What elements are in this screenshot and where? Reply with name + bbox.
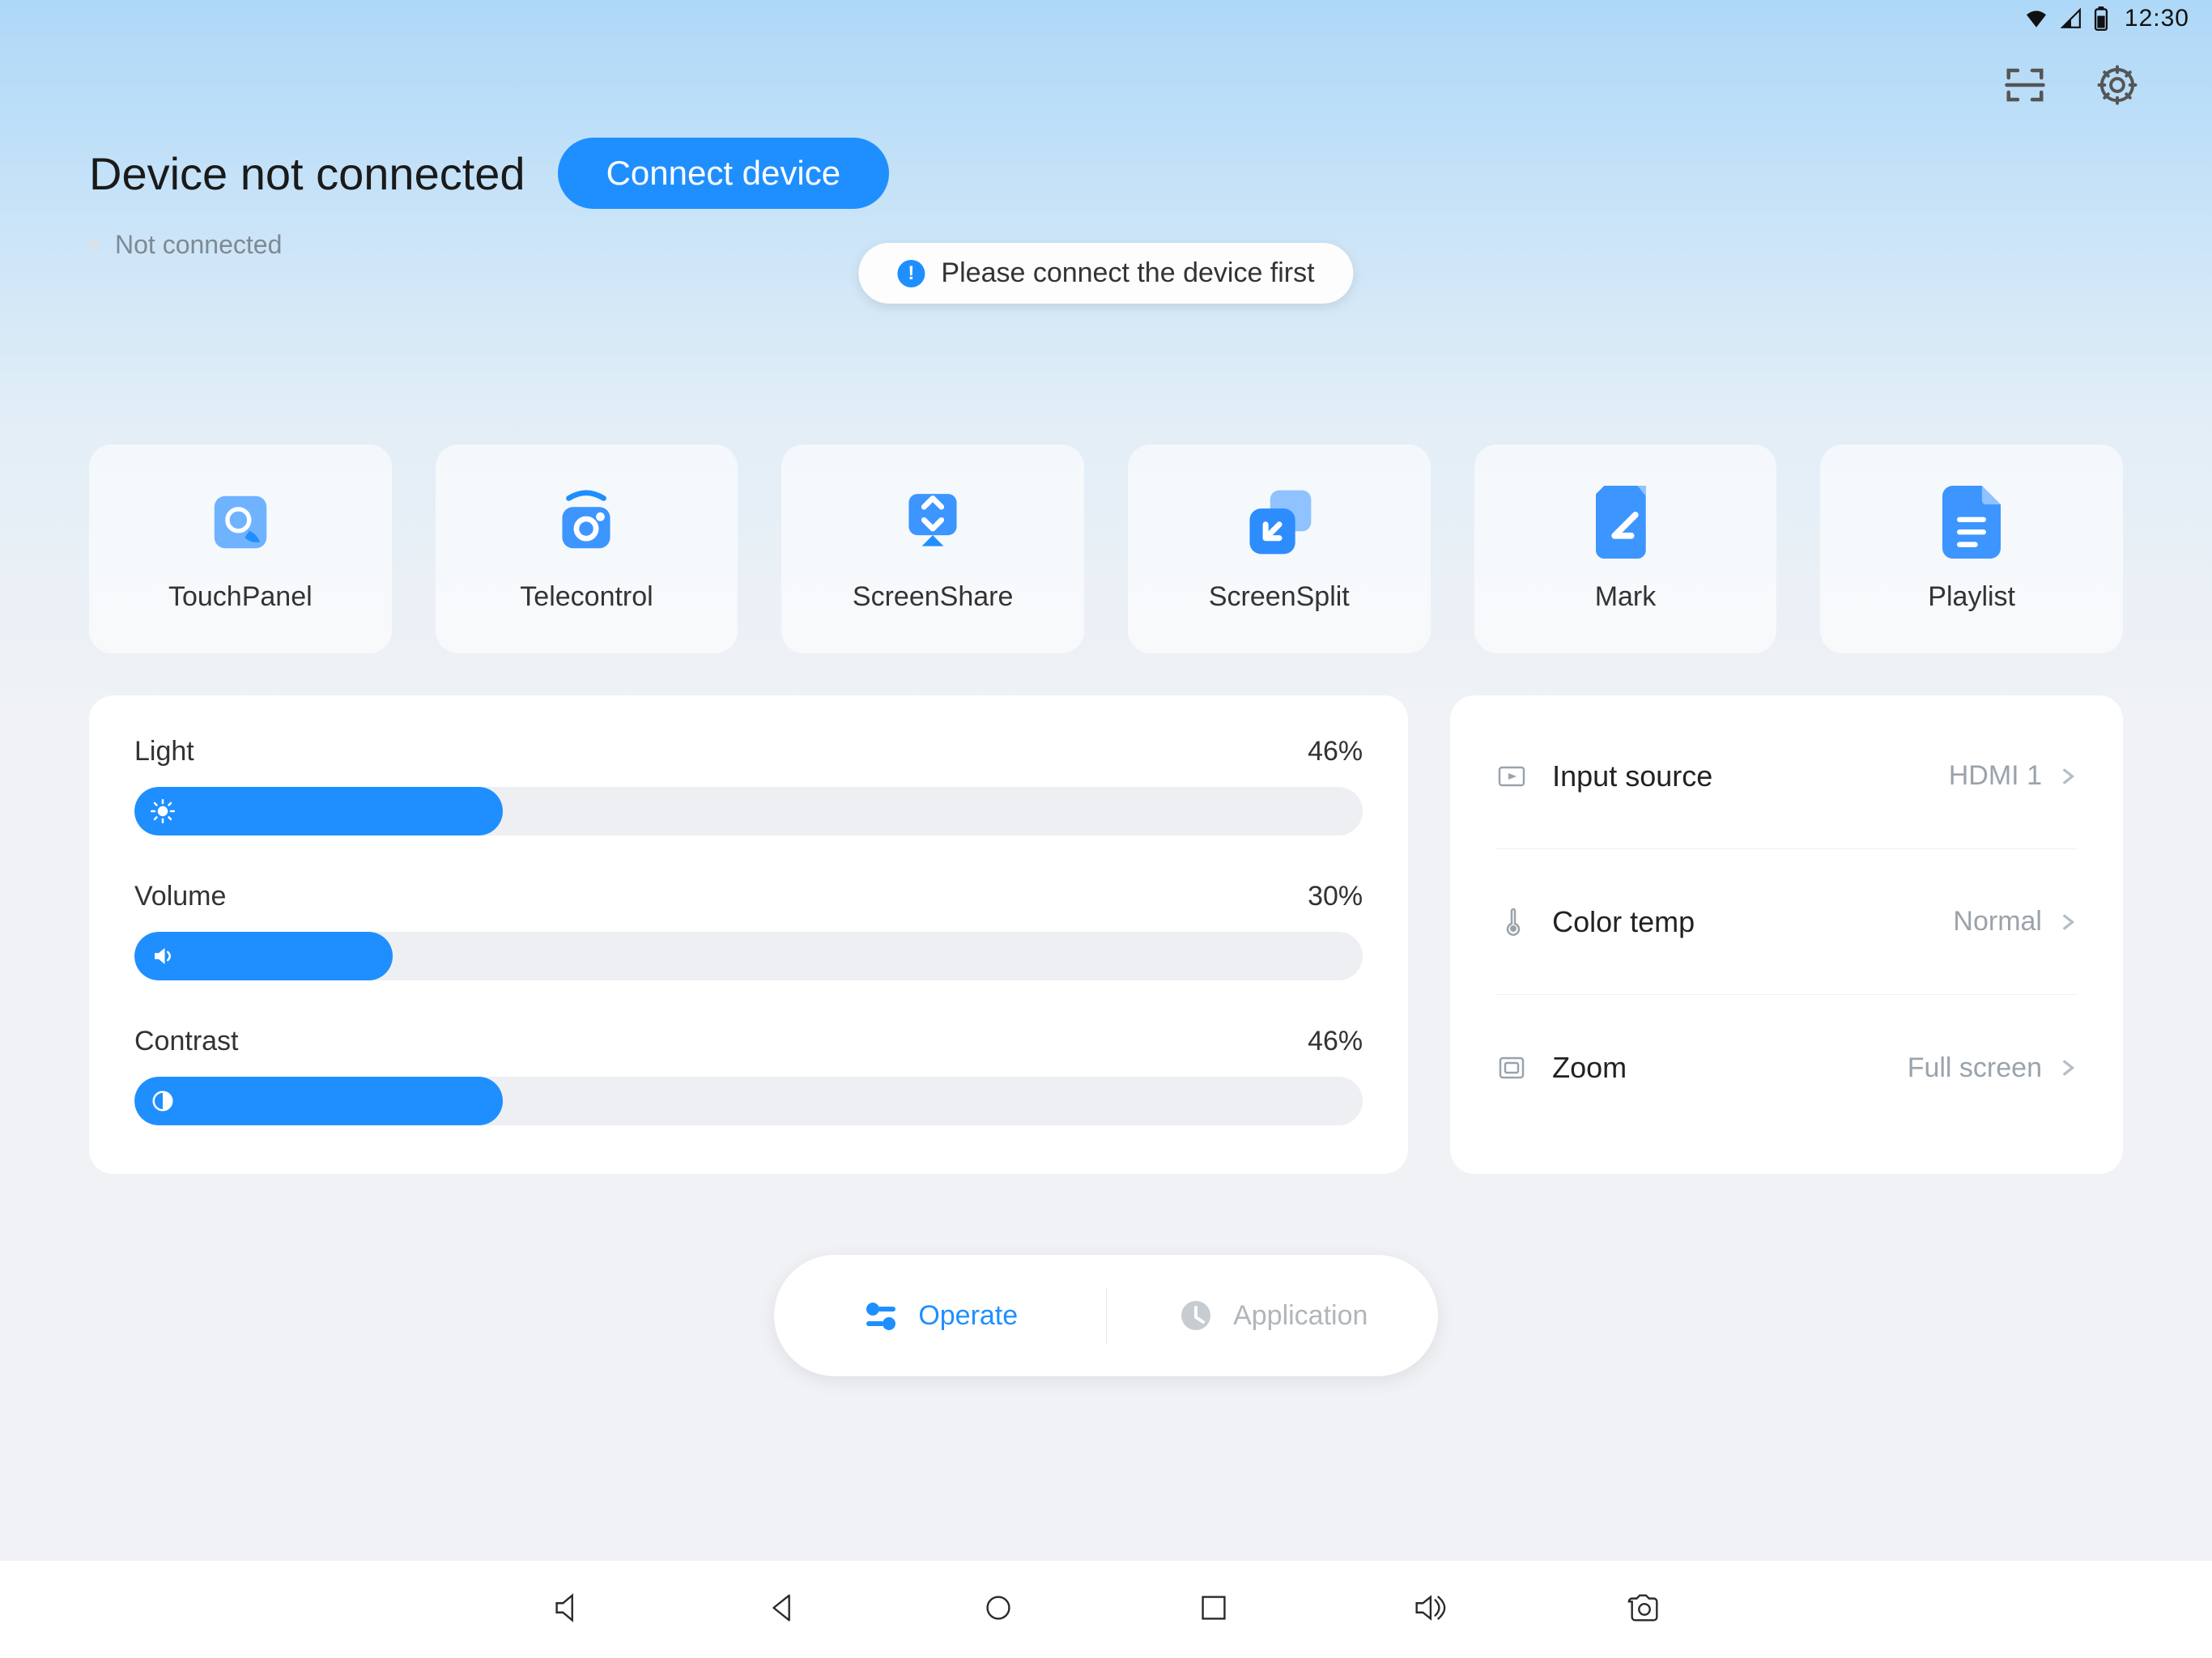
toast-text: Please connect the device first: [941, 257, 1314, 289]
setting-label: Color temp: [1552, 905, 1695, 939]
operate-icon: [861, 1296, 900, 1335]
input-source-icon: [1495, 760, 1528, 793]
setting-value: Normal: [1953, 906, 2042, 937]
nav-screenshot-icon[interactable]: [1626, 1589, 1663, 1630]
clock-text: 12:30: [2125, 5, 2189, 32]
setting-value: Full screen: [1908, 1052, 2042, 1084]
telecontrol-icon: [550, 486, 623, 559]
light-slider[interactable]: [134, 787, 1363, 835]
tab-label: Application: [1233, 1300, 1368, 1332]
setting-zoom[interactable]: Zoom Full screen: [1495, 995, 2078, 1141]
tab-label: Operate: [918, 1300, 1018, 1332]
zoom-icon: [1495, 1052, 1528, 1084]
system-nav-bar: [0, 1561, 2212, 1658]
setting-color-temp[interactable]: Color temp Normal: [1495, 849, 2078, 995]
light-slider-fill: [134, 787, 503, 835]
light-label: Light: [134, 736, 194, 767]
screenshare-icon: [896, 486, 969, 559]
nav-volume-icon[interactable]: [549, 1589, 586, 1630]
chevron-right-icon: [2057, 1057, 2078, 1078]
nav-home-icon[interactable]: [980, 1589, 1017, 1630]
contrast-icon: [151, 1089, 175, 1113]
connect-device-button[interactable]: Connect device: [558, 138, 890, 209]
contrast-slider-fill: [134, 1077, 503, 1125]
contrast-label: Contrast: [134, 1026, 239, 1057]
wifi-icon: [2024, 9, 2048, 28]
setting-input-source[interactable]: Input source HDMI 1: [1495, 704, 2078, 849]
volume-value: 30%: [1308, 881, 1363, 912]
tile-label: ScreenShare: [853, 581, 1013, 613]
nav-recent-icon[interactable]: [1195, 1589, 1232, 1630]
color-temp-icon: [1495, 906, 1528, 938]
volume-slider-fill: [134, 932, 393, 980]
tile-telecontrol[interactable]: Telecontrol: [436, 444, 738, 653]
volume-label: Volume: [134, 881, 226, 912]
settings-icon[interactable]: [2095, 63, 2139, 111]
mark-icon: [1589, 486, 1661, 559]
tile-label: ScreenSplit: [1209, 581, 1350, 613]
tab-operate[interactable]: Operate: [774, 1296, 1106, 1335]
quick-settings-card: Input source HDMI 1 Color temp Normal: [1450, 695, 2123, 1174]
scan-icon[interactable]: [2003, 63, 2047, 111]
connection-status-text: Not connected: [115, 230, 282, 260]
page-title: Device not connected: [89, 147, 525, 200]
tile-mark[interactable]: Mark: [1474, 444, 1777, 653]
bottom-tab-bar: Operate Application: [774, 1255, 1438, 1376]
setting-label: Zoom: [1552, 1051, 1627, 1085]
tab-application[interactable]: Application: [1107, 1296, 1439, 1335]
playlist-icon: [1935, 486, 2008, 559]
screensplit-icon: [1243, 486, 1316, 559]
chevron-right-icon: [2057, 912, 2078, 933]
tile-label: Telecontrol: [520, 581, 653, 613]
volume-icon: [151, 944, 175, 968]
battery-icon: [2094, 6, 2108, 31]
chevron-right-icon: [2057, 766, 2078, 787]
touchpanel-icon: [204, 486, 277, 559]
tile-label: Playlist: [1928, 581, 2015, 613]
connect-toast: Please connect the device first: [858, 243, 1353, 304]
brightness-icon: [151, 799, 175, 823]
contrast-slider[interactable]: [134, 1077, 1363, 1125]
display-controls-card: Light 46% Volume 30%: [89, 695, 1408, 1174]
setting-value: HDMI 1: [1949, 760, 2042, 792]
alert-icon: [897, 260, 925, 287]
nav-back-icon[interactable]: [764, 1589, 802, 1630]
status-bar: 12:30: [2024, 5, 2189, 32]
tile-screensplit[interactable]: ScreenSplit: [1128, 444, 1431, 653]
volume-slider[interactable]: [134, 932, 1363, 980]
tile-playlist[interactable]: Playlist: [1820, 444, 2123, 653]
application-icon: [1176, 1296, 1215, 1335]
signal-icon: [2060, 8, 2082, 29]
tile-label: Mark: [1595, 581, 1657, 613]
light-value: 46%: [1308, 736, 1363, 767]
tile-touchpanel[interactable]: TouchPanel: [89, 444, 392, 653]
contrast-value: 46%: [1308, 1026, 1363, 1057]
setting-label: Input source: [1552, 759, 1712, 793]
nav-sound-icon[interactable]: [1410, 1589, 1448, 1630]
status-dot: [89, 240, 100, 251]
tile-label: TouchPanel: [168, 581, 313, 613]
tile-screenshare[interactable]: ScreenShare: [781, 444, 1084, 653]
